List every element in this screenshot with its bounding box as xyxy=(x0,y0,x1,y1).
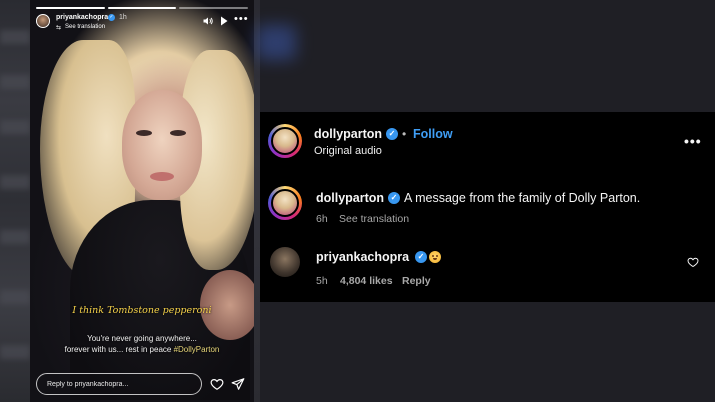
story-hashtag[interactable]: #DollyParton xyxy=(174,345,220,354)
caption-username[interactable]: dollyparton xyxy=(316,191,384,205)
verified-badge-icon: ✓ xyxy=(108,14,115,21)
author-username[interactable]: dollyparton xyxy=(314,127,382,141)
translate-icon: ⇆ xyxy=(56,25,62,31)
comment-username[interactable]: priyankachopra xyxy=(316,250,409,264)
story-photo-eye xyxy=(170,130,186,136)
post-info-panel: dollyparton ✓ • Follow Original audio ••… xyxy=(260,112,715,302)
audio-label[interactable]: Original audio xyxy=(314,145,382,157)
comment-timestamp: 5h xyxy=(316,275,328,287)
comment-likes[interactable]: 4,804 likes xyxy=(340,275,393,287)
blur-shape xyxy=(0,75,30,89)
see-translation-link[interactable]: See translation xyxy=(339,213,409,225)
story-caption-text: forever with us... rest in peace xyxy=(64,345,174,354)
story-username[interactable]: priyankachopra xyxy=(56,14,108,21)
story-progress-segment xyxy=(179,7,249,9)
author-avatar[interactable] xyxy=(268,124,302,158)
story-caption: You're never going anywhere... forever w… xyxy=(30,333,254,355)
play-icon[interactable] xyxy=(219,15,229,27)
more-options-icon[interactable]: ••• xyxy=(684,133,702,149)
story-progress-bar xyxy=(36,7,249,9)
story-header: priyankachopra ✓ 1h ⇆ See translation ••… xyxy=(36,13,248,33)
verified-badge-icon: ✓ xyxy=(415,251,427,263)
story-reply-input[interactable] xyxy=(36,373,202,395)
send-icon[interactable] xyxy=(231,377,245,391)
story-progress-segment xyxy=(107,7,177,9)
reply-button[interactable]: Reply xyxy=(402,275,431,287)
story-avatar[interactable] xyxy=(36,14,50,28)
blur-shape xyxy=(0,290,30,304)
blur-shape xyxy=(0,175,30,189)
story-see-translation[interactable]: See translation xyxy=(65,24,105,30)
story-photo-lips xyxy=(150,172,174,181)
story-photo-eye xyxy=(136,130,152,136)
story-photo-face xyxy=(122,90,202,200)
blur-shape xyxy=(0,345,30,359)
story-caption-line: You're never going anywhere... xyxy=(87,334,197,343)
caption-timestamp: 6h xyxy=(316,213,328,225)
more-options-icon[interactable]: ••• xyxy=(234,13,249,25)
separator-dot: • xyxy=(402,127,407,141)
story-progress-segment xyxy=(36,7,105,9)
caption-avatar[interactable] xyxy=(268,186,302,220)
story-panel[interactable]: priyankachopra ✓ 1h ⇆ See translation ••… xyxy=(30,0,254,402)
speaker-icon[interactable] xyxy=(202,15,214,27)
flushed-face-emoji xyxy=(429,251,441,263)
avatar-image xyxy=(271,189,299,217)
caption-text: A message from the family of Dolly Parto… xyxy=(404,191,641,205)
blurred-backdrop-shape xyxy=(256,25,296,60)
comment-like-heart-icon[interactable] xyxy=(687,256,699,268)
avatar-image xyxy=(271,127,299,155)
verified-badge-icon: ✓ xyxy=(388,192,400,204)
story-caption-line: forever with us... rest in peace #DollyP… xyxy=(30,344,254,355)
story-timestamp: 1h xyxy=(119,14,127,21)
blur-shape xyxy=(0,230,30,244)
heart-icon[interactable] xyxy=(210,377,224,391)
blur-shape xyxy=(0,30,30,44)
verified-badge-icon: ✓ xyxy=(386,128,398,140)
story-subtitle: I think Tombstone pepperoni xyxy=(72,305,212,316)
follow-button[interactable]: Follow xyxy=(413,127,453,141)
commenter-avatar[interactable] xyxy=(270,247,300,277)
blur-shape xyxy=(0,120,30,134)
